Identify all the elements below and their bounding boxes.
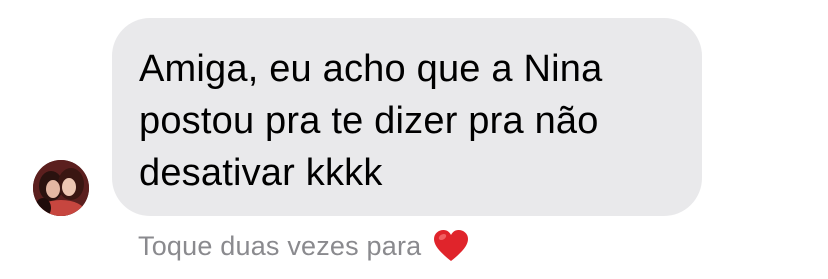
message-bubble[interactable]: Amiga, eu acho que a Nina postou pra te … xyxy=(112,18,702,216)
double-tap-hint[interactable]: Toque duas vezes para xyxy=(138,224,469,268)
message-text: Amiga, eu acho que a Nina postou pra te … xyxy=(139,48,603,194)
heart-icon[interactable] xyxy=(433,229,469,263)
sender-avatar[interactable] xyxy=(33,160,89,216)
chat-view: Amiga, eu acho que a Nina postou pra te … xyxy=(0,0,828,279)
avatar-photo xyxy=(33,160,89,216)
double-tap-hint-text: Toque duas vezes para xyxy=(138,230,422,261)
